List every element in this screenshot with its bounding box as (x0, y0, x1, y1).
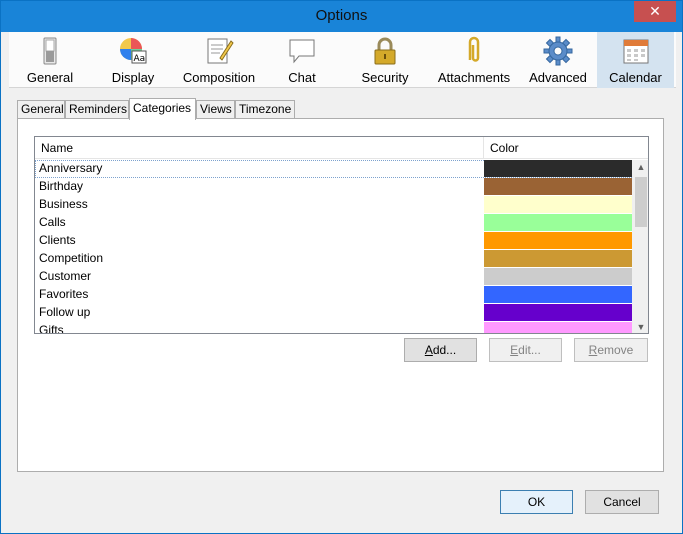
options-window: Options ✕ General Aa Display Composition… (0, 0, 683, 534)
list-header: Name Color (35, 137, 648, 159)
tab-timezone[interactable]: Timezone (235, 100, 295, 119)
category-row[interactable]: Anniversary (35, 160, 632, 178)
add-button[interactable]: Add... (404, 338, 477, 362)
scroll-up-icon[interactable]: ▲ (633, 160, 648, 174)
scroll-thumb[interactable] (635, 177, 647, 227)
toolbar-item-composition[interactable]: Composition (179, 32, 259, 88)
category-color-swatch (484, 286, 632, 303)
category-name: Customer (39, 269, 92, 283)
toolbar-label-chat: Chat (288, 70, 316, 85)
category-color-swatch (484, 214, 632, 231)
toolbar-label-attachments: Attachments (437, 70, 511, 85)
category-row[interactable]: Competition (35, 250, 632, 268)
category-rows: Anniversary Birthday Business Calls Clients C… (35, 160, 632, 334)
toolbar-label-display: Display (111, 70, 155, 85)
categories-list[interactable]: Name Color Anniversary Birthday Business Ca… (34, 136, 649, 334)
column-header-name[interactable]: Name (35, 137, 483, 159)
category-name: Business (39, 197, 88, 211)
categories-panel: Name Color Anniversary Birthday Business Ca… (17, 118, 664, 472)
add-accelerator: A (424, 343, 433, 357)
category-color-swatch (484, 160, 632, 177)
add-label: dd... (432, 343, 457, 357)
color-wheel-icon: Aa (120, 38, 147, 64)
edit-button[interactable]: Edit... (489, 338, 562, 362)
category-color-swatch (484, 250, 632, 267)
category-row[interactable]: Business (35, 196, 632, 214)
toolbar-item-chat[interactable]: Chat (271, 32, 333, 88)
toolbar-label-security: Security (361, 70, 409, 85)
tab-views[interactable]: Views (196, 100, 235, 119)
category-color-swatch (484, 196, 632, 213)
category-row[interactable]: Favorites (35, 286, 632, 304)
preferences-toolbar: General Aa Display Composition Chat Secu… (9, 32, 676, 88)
gear-icon (543, 36, 573, 66)
category-name: Favorites (39, 287, 89, 301)
category-color-swatch (484, 268, 632, 285)
category-name: Gifts (39, 323, 64, 334)
category-name: Calls (39, 215, 66, 229)
category-color-swatch (484, 232, 632, 249)
tab-general[interactable]: General (17, 100, 65, 119)
toolbar-label-composition: Composition (182, 70, 256, 85)
padlock-icon (374, 37, 396, 65)
category-name: Competition (39, 251, 104, 265)
category-row[interactable]: Customer (35, 268, 632, 286)
toolbar-label-general: General (26, 70, 74, 85)
title-bar[interactable]: Options ✕ (1, 1, 682, 32)
toolbar-item-general[interactable]: General (13, 32, 87, 88)
svg-text:Aa: Aa (134, 54, 146, 64)
toolbar-item-advanced[interactable]: Advanced (519, 32, 597, 88)
remove-button[interactable]: Remove (574, 338, 648, 362)
column-header-color[interactable]: Color (484, 137, 644, 159)
category-name: Clients (39, 233, 76, 247)
category-color-swatch (484, 322, 632, 333)
document-pencil-icon (207, 38, 234, 64)
calendar-icon (623, 39, 648, 64)
category-color-swatch (484, 178, 632, 195)
category-name: Anniversary (39, 161, 103, 175)
paperclip-icon (468, 36, 480, 62)
speech-bubble-icon (289, 39, 315, 64)
ok-button[interactable]: OK (500, 490, 573, 514)
category-row[interactable]: Clients (35, 232, 632, 250)
toolbar-item-display[interactable]: Aa Display (95, 32, 171, 88)
toolbar-item-attachments[interactable]: Attachments (429, 32, 519, 88)
window-title: Options (315, 7, 368, 24)
switch-icon (43, 37, 57, 65)
remove-label: emove (597, 343, 634, 357)
edit-label: dit... (518, 343, 541, 357)
tab-categories[interactable]: Categories (129, 98, 196, 120)
tab-reminders[interactable]: Reminders (65, 100, 129, 119)
category-name: Follow up (39, 305, 91, 319)
category-color-swatch (484, 304, 632, 321)
vertical-scrollbar[interactable]: ▲ ▼ (632, 160, 648, 333)
category-name: Birthday (39, 179, 84, 193)
category-row[interactable]: Calls (35, 214, 632, 232)
cancel-button[interactable]: Cancel (585, 490, 659, 514)
edit-accelerator: E (510, 343, 519, 357)
remove-accelerator: R (588, 343, 598, 357)
toolbar-item-security[interactable]: Security (349, 32, 421, 88)
category-row[interactable]: Gifts (35, 322, 632, 334)
category-row[interactable]: Birthday (35, 178, 632, 196)
close-button[interactable]: ✕ (634, 1, 676, 22)
toolbar-label-advanced: Advanced (529, 70, 587, 85)
toolbar-label-calendar: Calendar (609, 70, 662, 85)
category-row[interactable]: Follow up (35, 304, 632, 322)
toolbar-item-calendar[interactable]: Calendar (597, 32, 674, 88)
scroll-down-icon[interactable]: ▼ (633, 320, 648, 333)
